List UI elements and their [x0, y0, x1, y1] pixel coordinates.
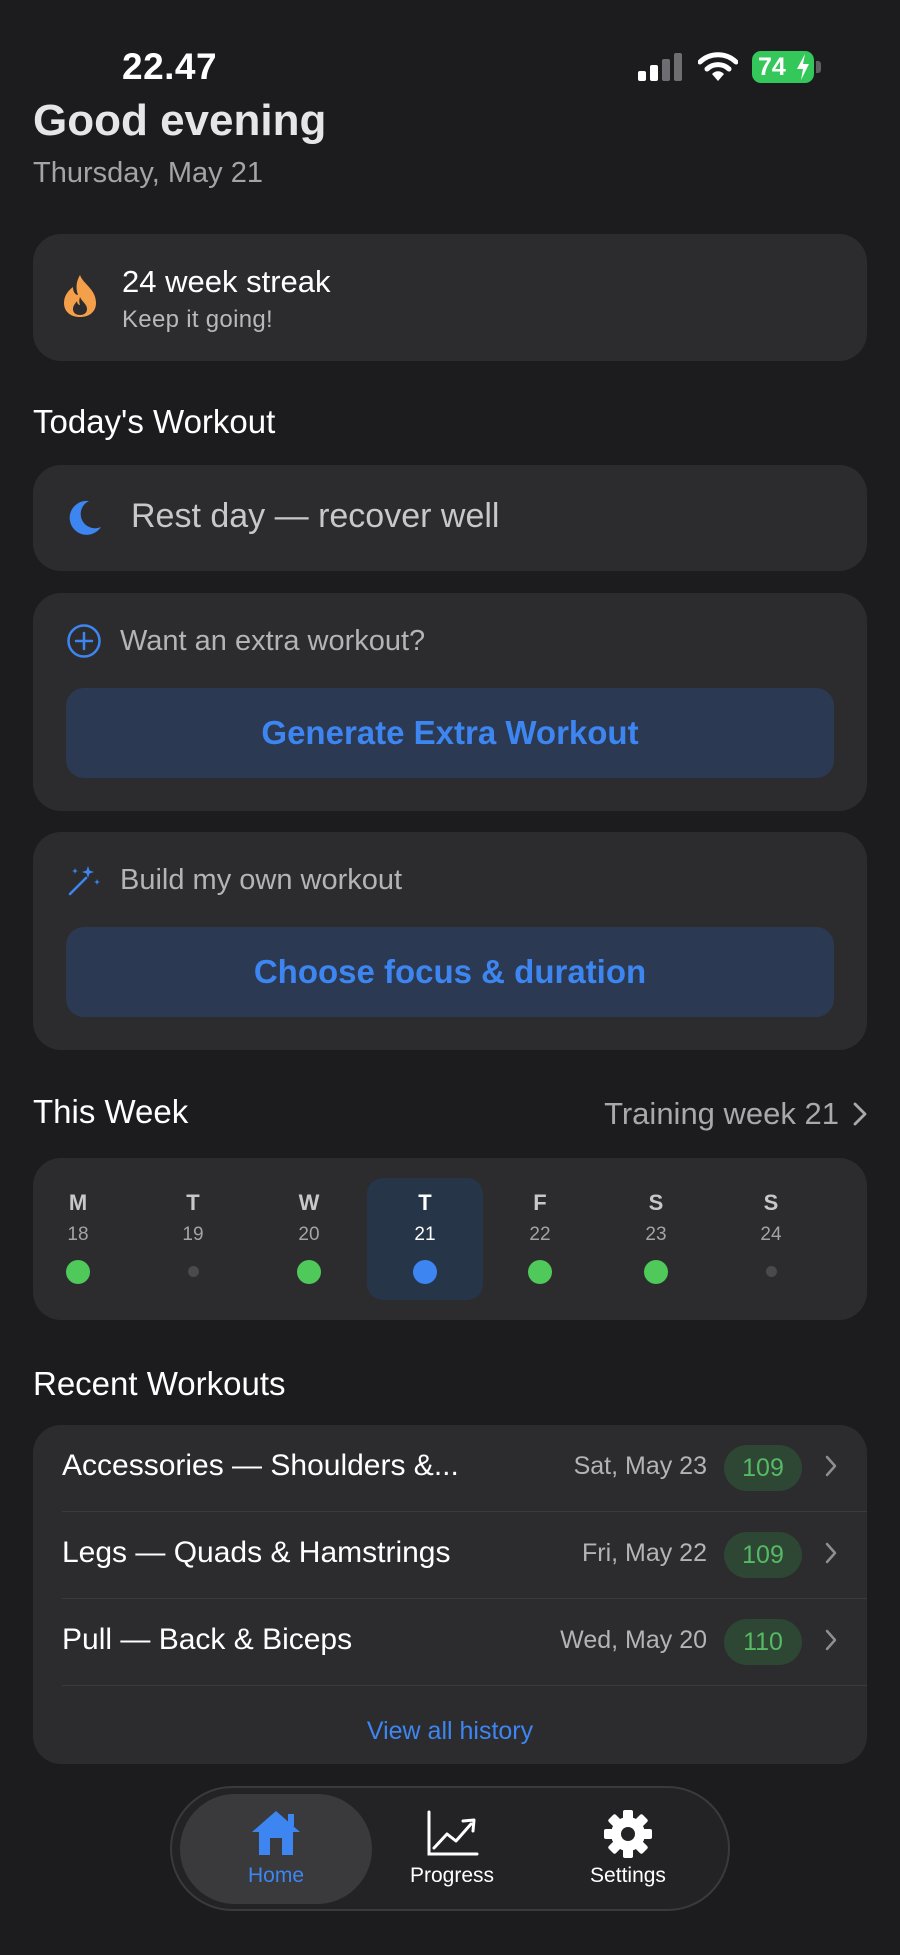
status-bar: 22.47 74	[0, 40, 900, 92]
day-number: 19	[182, 1224, 204, 1245]
charging-bolt-icon	[797, 54, 809, 80]
streak-card: 24 week streak Keep it going!	[33, 234, 867, 361]
day-status-dot-done	[644, 1260, 668, 1284]
status-time: 22.47	[122, 46, 218, 87]
week-day-6[interactable]: S 24	[713, 1178, 829, 1300]
day-letter: T	[186, 1190, 200, 1215]
home-icon	[180, 1808, 372, 1860]
chart-icon	[356, 1808, 548, 1860]
day-status-dot-done	[528, 1260, 552, 1284]
tab-settings-label: Settings	[590, 1864, 666, 1887]
battery-indicator: 74	[752, 51, 814, 83]
day-number: 23	[645, 1224, 667, 1245]
day-status-dot-empty	[187, 1266, 199, 1277]
moon-icon	[65, 499, 103, 542]
plus-circle-icon	[67, 624, 101, 658]
workout-score-badge: 109	[724, 1532, 802, 1578]
recent-workouts-card: Accessories — Shoulders &... Sat, May 23 1…	[33, 1425, 867, 1764]
rest-day-card: Rest day — recover well	[33, 465, 867, 571]
chevron-right-icon	[853, 1102, 867, 1126]
workout-name: Accessories — Shoulders &...	[62, 1449, 459, 1482]
tab-bar: Home Progress Settings	[170, 1786, 730, 1911]
week-day-4[interactable]: F 22	[482, 1178, 598, 1300]
workout-name: Pull — Back & Biceps	[62, 1623, 353, 1656]
chevron-right-icon	[825, 1542, 837, 1564]
tab-progress-label: Progress	[409, 1864, 495, 1887]
day-number: 20	[298, 1224, 320, 1245]
chevron-right-icon	[825, 1455, 837, 1477]
battery-level: 74	[758, 53, 786, 81]
streak-subtitle: Keep it going!	[122, 306, 273, 333]
day-number: 18	[67, 1224, 89, 1245]
current-date: Thursday, May 21	[33, 157, 263, 189]
extra-workout-header: Want an extra workout?	[66, 623, 425, 659]
extra-workout-prompt: Want an extra workout?	[120, 624, 426, 657]
this-week-heading: This Week	[33, 1093, 189, 1130]
fire-icon	[63, 274, 97, 323]
choose-focus-duration-button[interactable]: Choose focus & duration	[66, 927, 834, 1017]
view-all-history-link[interactable]: View all history	[33, 1717, 867, 1746]
build-workout-prompt: Build my own workout	[120, 863, 403, 896]
home-screen: 22.47 74 Good evening Thursday, May 21 2…	[0, 0, 900, 1955]
day-number: 24	[760, 1224, 782, 1245]
generate-extra-workout-button[interactable]: Generate Extra Workout	[66, 688, 834, 778]
tab-settings[interactable]: Settings	[532, 1794, 724, 1904]
week-day-5[interactable]: S 23	[598, 1178, 714, 1300]
day-letter: F	[533, 1190, 547, 1215]
day-letter: W	[298, 1190, 320, 1215]
build-workout-card: Build my own workout Choose focus & dura…	[33, 832, 867, 1050]
day-status-dot-done	[66, 1260, 90, 1284]
battery-cap	[816, 61, 821, 73]
week-days: M 18 T 19 W 20 T 21 F 22 S 23 S 24	[33, 1158, 867, 1320]
day-letter: T	[418, 1190, 432, 1215]
training-week-link[interactable]: Training week 21	[604, 1096, 867, 1132]
recent-workouts-heading: Recent Workouts	[33, 1365, 286, 1402]
magic-wand-icon	[68, 866, 100, 896]
workout-name: Legs — Quads & Hamstrings	[62, 1536, 451, 1569]
gear-icon	[532, 1808, 724, 1860]
workout-score-badge: 110	[724, 1619, 802, 1665]
day-letter: S	[648, 1190, 664, 1215]
training-week-label: Training week 21	[604, 1096, 839, 1131]
tab-home-label: Home	[247, 1864, 305, 1887]
tab-progress[interactable]: Progress	[356, 1794, 548, 1904]
wifi-icon	[697, 52, 739, 87]
week-day-0[interactable]: M 18	[20, 1178, 136, 1300]
todays-workout-heading: Today's Workout	[33, 403, 276, 440]
week-day-3[interactable]: T 21	[367, 1178, 483, 1300]
workout-row[interactable]: Legs — Quads & Hamstrings Fri, May 22 109	[62, 1512, 867, 1599]
day-letter: M	[68, 1190, 88, 1215]
streak-title: 24 week streak	[122, 264, 331, 299]
day-number: 22	[529, 1224, 551, 1245]
workout-score-badge: 109	[724, 1445, 802, 1491]
workout-date: Sat, May 23	[573, 1452, 707, 1480]
build-workout-header: Build my own workout	[66, 862, 402, 898]
day-letter: S	[763, 1190, 779, 1215]
workout-date: Fri, May 22	[581, 1539, 707, 1567]
week-day-2[interactable]: W 20	[251, 1178, 367, 1300]
week-day-1[interactable]: T 19	[135, 1178, 251, 1300]
tab-home[interactable]: Home	[180, 1794, 372, 1904]
week-calendar-card: M 18 T 19 W 20 T 21 F 22 S 23 S 24	[33, 1158, 867, 1320]
day-status-dot-today	[413, 1260, 437, 1284]
cellular-signal-icon	[638, 52, 684, 87]
extra-workout-card: Want an extra workout? Generate Extra Wo…	[33, 593, 867, 811]
greeting-title: Good evening	[33, 96, 327, 145]
day-number: 21	[414, 1224, 436, 1245]
day-status-dot-done	[297, 1260, 321, 1284]
day-status-dot-empty	[765, 1266, 777, 1277]
rest-day-label: Rest day — recover well	[131, 497, 500, 535]
workout-row[interactable]: Pull — Back & Biceps Wed, May 20 110	[62, 1599, 867, 1686]
workout-row[interactable]: Accessories — Shoulders &... Sat, May 23 1…	[62, 1425, 867, 1512]
chevron-right-icon	[825, 1629, 837, 1651]
workout-date: Wed, May 20	[560, 1626, 707, 1654]
